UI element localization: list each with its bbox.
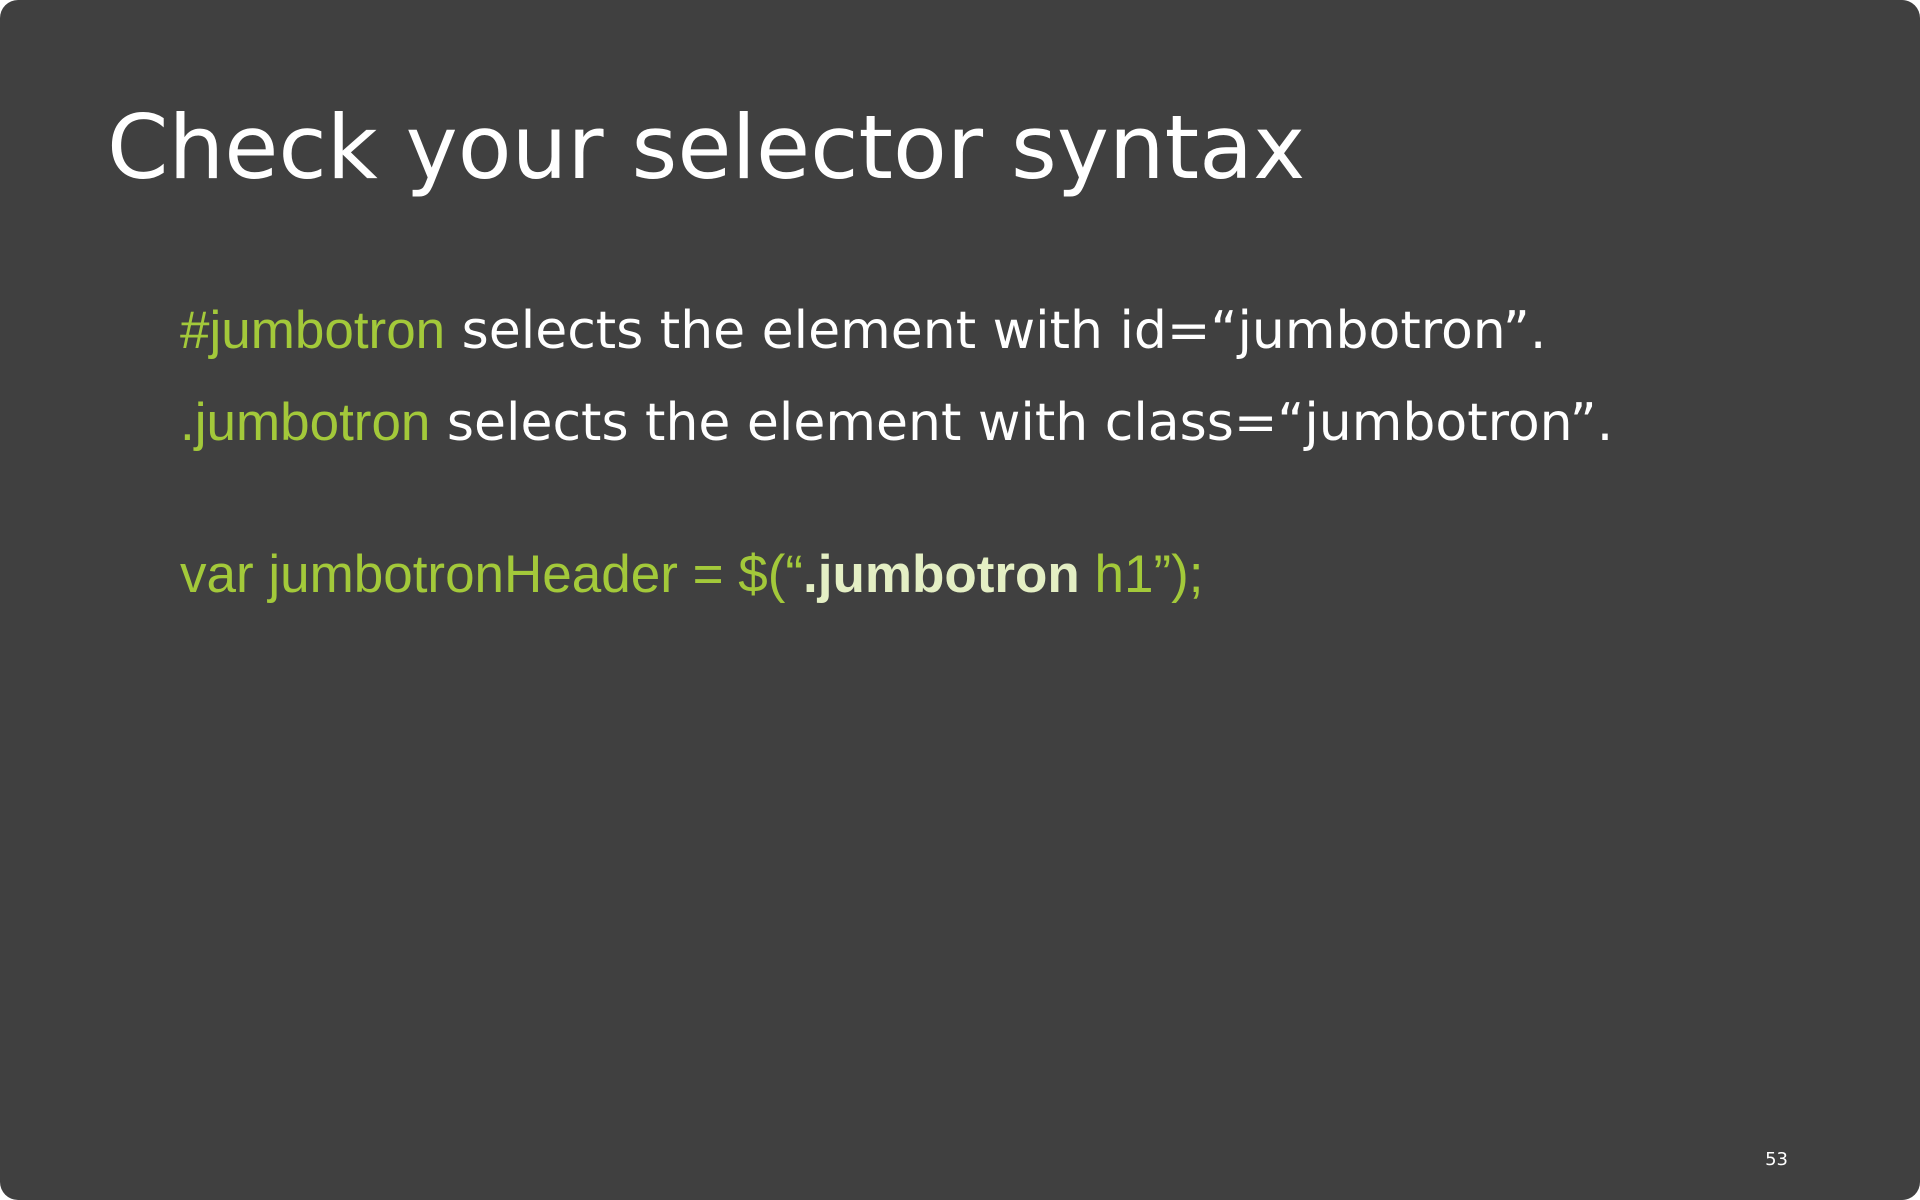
code-example-highlight: .jumbotron	[803, 545, 1080, 604]
id-selector-code: #jumbotron	[180, 301, 446, 360]
class-selector-code: .jumbotron	[180, 393, 431, 452]
code-example: var jumbotronHeader = $(“.jumbotron h1”)…	[180, 542, 1203, 607]
slide-title: Check your selector syntax	[107, 96, 1306, 199]
id-selector-explanation: #jumbotron selects the element with id=“…	[180, 298, 1546, 363]
id-selector-description: selects the element with id=“jumbotron”.	[445, 301, 1547, 361]
code-example-suffix: h1”);	[1079, 545, 1204, 604]
class-selector-explanation: .jumbotron selects the element with clas…	[180, 390, 1613, 455]
page-number: 53	[1765, 1149, 1788, 1170]
slide: Check your selector syntax #jumbotron se…	[0, 0, 1920, 1200]
code-example-prefix: var jumbotronHeader = $(“	[180, 545, 804, 604]
class-selector-description: selects the element with class=“jumbotro…	[430, 393, 1614, 453]
